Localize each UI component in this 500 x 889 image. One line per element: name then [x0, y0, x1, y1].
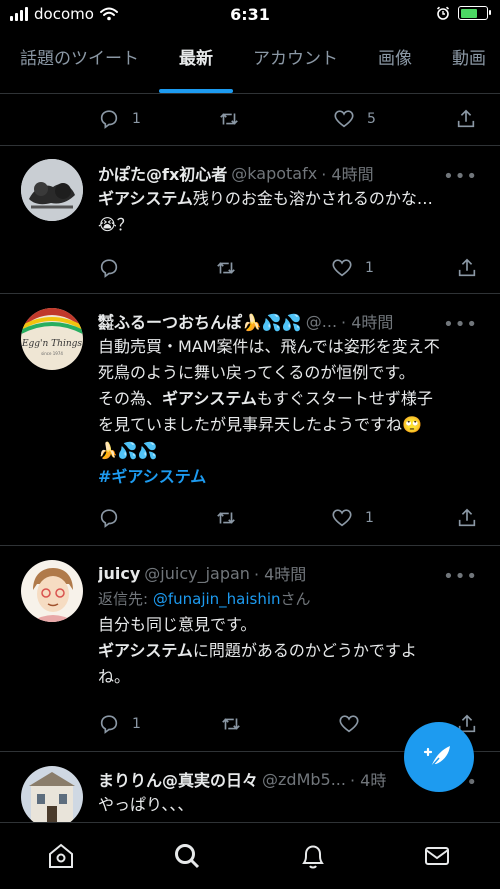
retweet-button[interactable] [215, 507, 237, 529]
tweet-text-line: を見ていましたが見事昇天したようですね🙄 [98, 415, 422, 434]
reply-button[interactable]: 1 [98, 713, 141, 735]
active-tab-indicator [159, 89, 233, 93]
search-tabs: 話題のツイート 最新 アカウント 画像 動画 [0, 36, 500, 94]
svg-text:since 1974: since 1974 [41, 351, 63, 356]
avatar[interactable]: Egg'n Things since 1974 [21, 308, 83, 370]
share-button[interactable] [456, 507, 478, 529]
reply-button[interactable]: 1 [98, 108, 141, 130]
compose-tweet-button[interactable] [404, 722, 474, 792]
nav-home[interactable] [46, 841, 78, 873]
tweet-text-line: やっぱり、、、 [98, 795, 194, 814]
tab-latest[interactable]: 最新 [159, 36, 233, 93]
retweet-icon [217, 512, 235, 524]
display-name[interactable]: かぽた@fx初心者 [98, 161, 227, 185]
tweet-header: ㍿ふるーつおちんぽ🍌💦💦 @... · 4時間 [98, 308, 482, 334]
heart-icon [332, 259, 352, 277]
tab-top-tweets[interactable]: 話題のツイート [0, 36, 159, 93]
like-button[interactable]: 1 [331, 257, 374, 279]
nav-search[interactable] [172, 841, 204, 873]
reply-icon [100, 110, 118, 129]
svg-text:Egg'n Things: Egg'n Things [21, 339, 82, 349]
tweet[interactable]: Egg'n Things since 1974 ••• ㍿ふるーつおちんぽ🍌💦💦… [0, 294, 500, 546]
share-icon [458, 508, 476, 527]
heart-icon [332, 509, 352, 527]
avatar[interactable] [21, 766, 83, 822]
mail-icon [425, 847, 449, 865]
like-button[interactable]: 1 [331, 507, 374, 529]
tab-images[interactable]: 画像 [358, 36, 432, 93]
clock: 6:31 [230, 5, 270, 24]
reply-button[interactable] [98, 507, 120, 529]
tweet-text-line: その為、ギアシステムもすぐスタートせず様子 [98, 389, 433, 408]
share-icon [457, 109, 475, 128]
tweet[interactable]: ••• かぽた@fx初心者 @kapotafx · 4時間 ギアシステム残りのお… [0, 146, 500, 294]
more-options-icon[interactable]: ••• [443, 166, 478, 187]
like-button[interactable] [338, 713, 360, 735]
heart-icon [334, 110, 354, 128]
tweet-feed[interactable]: 1 5 ••• かぽた@fx初心者 @kapotafx · 4時間 ギアシステム… [0, 94, 500, 822]
tweet[interactable]: ••• juicy @juicy_japan · 4時間 返信先: @funaj… [0, 546, 500, 752]
tweet-partial[interactable]: 1 5 [0, 94, 500, 146]
handle[interactable]: @kapotafx [231, 164, 317, 183]
tweet-text-line: 自動売買・MAM案件は、飛んでは姿形を変え不 [98, 337, 440, 356]
bell-icon [302, 845, 324, 869]
hashtag-link[interactable]: #ギアシステム [98, 464, 482, 490]
avatar[interactable] [21, 560, 83, 622]
handle[interactable]: @... [306, 312, 337, 331]
avatar[interactable] [21, 159, 83, 221]
retweet-icon [222, 718, 240, 730]
status-right [436, 6, 491, 20]
nav-notifications[interactable] [298, 841, 330, 873]
display-name[interactable]: まりりん@真実の日々 [98, 767, 258, 791]
tweet-text-line: 死鳥のように舞い戻ってくるのが恒例です。 [98, 363, 415, 382]
more-options-icon[interactable]: ••• [443, 566, 478, 587]
share-icon [458, 258, 476, 277]
home-icon [49, 843, 73, 868]
tweet-text-line: ね。 [98, 667, 131, 686]
retweet-button[interactable] [218, 108, 240, 130]
retweet-button[interactable] [220, 713, 242, 735]
retweet-icon [220, 113, 238, 125]
reply-icon [100, 259, 118, 278]
tweet-text-line: 🍌💦💦 [98, 441, 158, 460]
tab-videos[interactable]: 動画 [432, 36, 500, 93]
reply-icon [100, 509, 118, 528]
display-name[interactable]: juicy [98, 564, 140, 583]
reply-icon [100, 715, 118, 734]
reply-context: 返信先: @funajin_haishinさん [98, 590, 311, 608]
mention-link[interactable]: @funajin_haishin [153, 590, 281, 608]
status-bar: docomo 6:31 [0, 0, 500, 30]
timestamp[interactable]: · 4時間 [341, 309, 393, 333]
handle[interactable]: @zdMb5... [262, 770, 346, 789]
heart-icon [339, 715, 359, 733]
tweet-header: juicy @juicy_japan · 4時間 [98, 560, 482, 586]
tab-accounts[interactable]: アカウント [233, 36, 358, 93]
retweet-button[interactable] [215, 257, 237, 279]
tweet-header: かぽた@fx初心者 @kapotafx · 4時間 [98, 160, 482, 186]
tweet-text-line: ギアシステムに問題があるのかどうかですよ [98, 641, 417, 660]
more-options-icon[interactable]: ••• [443, 314, 478, 335]
display-name[interactable]: ㍿ふるーつおちんぽ🍌💦💦 [98, 309, 302, 333]
compose-tweet-icon [423, 746, 450, 768]
nav-messages[interactable] [422, 841, 454, 873]
tweet-text-line: 😭？ [98, 215, 133, 234]
like-button[interactable]: 5 [333, 108, 376, 130]
tweet-text: ギアシステム残りのお金も溶かされるのかな… [98, 189, 433, 208]
tweet-text-line: 自分も同じ意見です。 [98, 615, 257, 634]
timestamp[interactable]: · 4時間 [254, 561, 306, 585]
battery-icon [458, 6, 491, 20]
timestamp[interactable]: · 4時 [350, 767, 386, 791]
handle[interactable]: @juicy_japan [144, 564, 250, 583]
retweet-icon [217, 262, 235, 274]
search-icon [175, 844, 200, 869]
reply-button[interactable] [98, 257, 120, 279]
share-button[interactable] [455, 108, 477, 130]
alarm-icon [436, 6, 450, 20]
timestamp[interactable]: · 4時間 [321, 161, 373, 185]
bottom-navigation [0, 822, 500, 889]
share-button[interactable] [456, 257, 478, 279]
